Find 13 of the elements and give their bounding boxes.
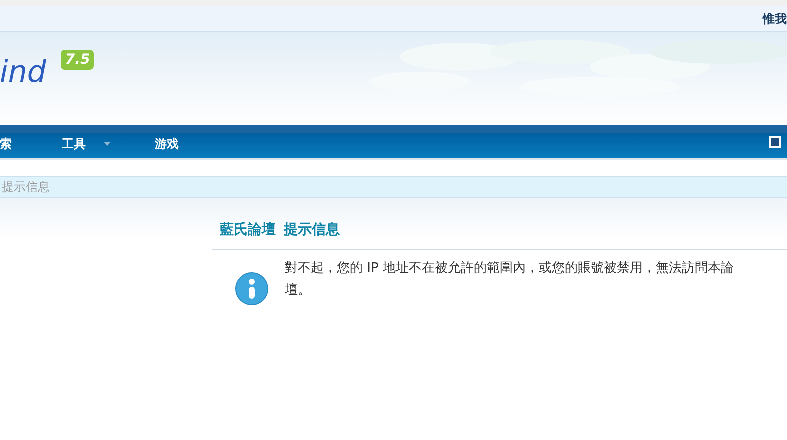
welcome-text: 惟我: [763, 10, 787, 28]
caret-icon: [104, 142, 111, 146]
page-title: 提示信息: [284, 221, 340, 240]
square-icon[interactable]: [769, 136, 781, 148]
message-text: 對不起，您的 IP 地址不在被允許的範圍內，或您的賬號被禁用，無法訪問本論壇。: [285, 260, 735, 300]
version-badge: 7.5: [61, 50, 94, 70]
breadcrumb-text: 提示信息: [2, 179, 50, 196]
nav-link[interactable]: 游戏: [155, 135, 179, 153]
nav-link[interactable]: 索: [0, 135, 12, 153]
page-title: 藍氏論壇: [220, 220, 276, 240]
info-icon: [235, 272, 269, 306]
logo-text: ind: [0, 58, 46, 88]
nav-link[interactable]: 工具: [62, 135, 111, 153]
